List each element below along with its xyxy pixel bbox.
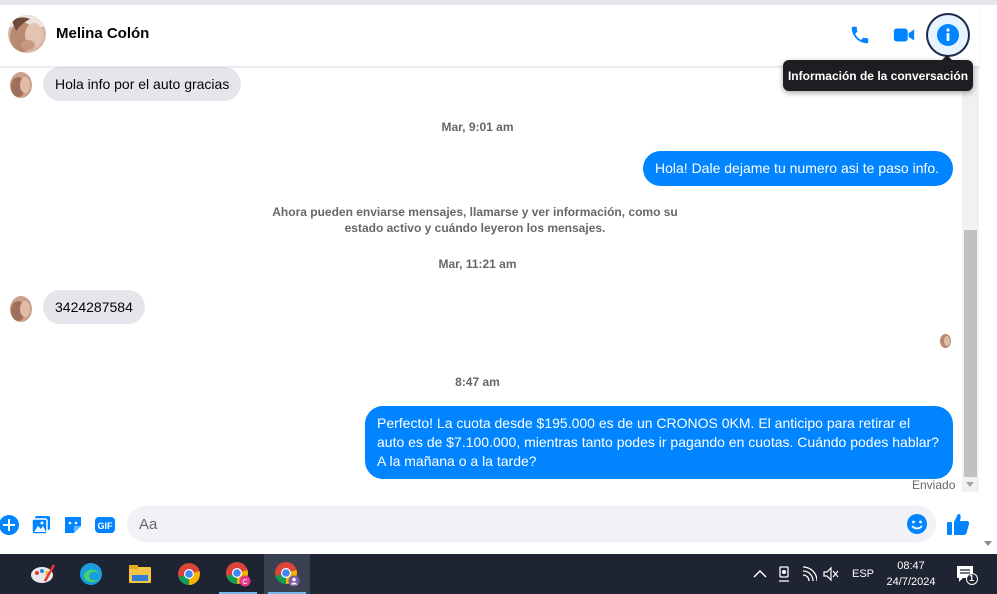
contact-avatar[interactable] bbox=[8, 15, 46, 53]
system-clock[interactable]: 08:47 24/7/2024 bbox=[876, 558, 946, 590]
message-timestamp: Mar, 11:21 am bbox=[438, 257, 517, 271]
folder-icon bbox=[129, 565, 151, 583]
show-hidden-icons-button[interactable] bbox=[751, 565, 769, 583]
scroll-down-arrow-icon[interactable] bbox=[966, 482, 974, 487]
message-thread: Hola info por el auto gracias Mar, 9:01 … bbox=[0, 67, 962, 497]
message-input-wrapper bbox=[127, 506, 936, 542]
info-icon bbox=[937, 24, 959, 46]
incoming-message[interactable]: Hola info por el auto gracias bbox=[43, 67, 242, 101]
edge-browser-icon bbox=[80, 563, 102, 585]
chrome-icon bbox=[178, 563, 200, 585]
clock-date: 24/7/2024 bbox=[886, 576, 936, 588]
phone-icon bbox=[851, 26, 869, 44]
svg-text:GIF: GIF bbox=[98, 521, 114, 531]
notification-count: 1 bbox=[969, 573, 975, 583]
info-tooltip: Información de la conversación bbox=[783, 55, 973, 91]
message-input[interactable] bbox=[139, 506, 899, 542]
action-center-button[interactable]: 1 bbox=[955, 564, 979, 586]
taskbar-app-chrome-profile-c[interactable]: C bbox=[215, 554, 261, 594]
emoji-button[interactable] bbox=[906, 513, 928, 535]
taskbar-app-paint[interactable] bbox=[20, 554, 66, 594]
thumbs-up-icon bbox=[947, 514, 970, 535]
chrome-profile-icon bbox=[275, 562, 300, 587]
video-camera-icon bbox=[893, 28, 915, 42]
wifi-icon bbox=[802, 566, 817, 582]
contact-avatar-small bbox=[10, 72, 32, 98]
outgoing-message[interactable]: Perfecto! La cuota desde $195.000 es de … bbox=[365, 406, 953, 479]
gif-button[interactable]: GIF bbox=[93, 513, 117, 537]
audio-call-button[interactable] bbox=[842, 17, 878, 53]
seen-indicator-avatar bbox=[940, 334, 951, 348]
plus-circle-icon bbox=[0, 515, 19, 535]
notification-icon bbox=[957, 566, 978, 585]
paint-palette-icon bbox=[31, 564, 56, 583]
windows-taskbar: C ESP 08:47 24/7/2024 1 bbox=[0, 554, 997, 594]
taskbar-app-chrome-profile-active[interactable] bbox=[264, 554, 310, 594]
svg-text:C: C bbox=[242, 579, 247, 586]
gif-icon: GIF bbox=[95, 517, 115, 533]
photo-icon bbox=[31, 516, 50, 535]
taskbar-app-chrome[interactable] bbox=[166, 554, 212, 594]
taskbar-app-edge[interactable] bbox=[68, 554, 114, 594]
message-timestamp: 8:47 am bbox=[455, 375, 500, 389]
thread-scrollbar[interactable] bbox=[962, 67, 979, 492]
tray-meet-now[interactable] bbox=[775, 565, 793, 583]
conversation-info-button[interactable] bbox=[928, 15, 968, 55]
chevron-up-icon bbox=[753, 569, 767, 578]
sticker-button[interactable] bbox=[61, 513, 85, 537]
message-timestamp: Mar, 9:01 am bbox=[441, 120, 514, 134]
smiley-icon bbox=[907, 514, 927, 534]
contact-name[interactable]: Melina Colón bbox=[56, 25, 149, 42]
system-notice: Ahora pueden enviarse mensajes, llamarse… bbox=[272, 205, 678, 235]
message-composer: GIF bbox=[0, 500, 980, 550]
webcam-icon bbox=[779, 566, 789, 582]
send-like-button[interactable] bbox=[945, 511, 971, 537]
message-status: Enviado bbox=[912, 478, 956, 492]
more-actions-button[interactable] bbox=[0, 513, 21, 537]
tray-network[interactable] bbox=[800, 565, 818, 583]
chrome-profile-icon: C bbox=[226, 562, 251, 587]
incoming-message[interactable]: 3424287584 bbox=[43, 290, 145, 324]
tray-volume[interactable] bbox=[822, 565, 840, 583]
speaker-muted-icon bbox=[823, 566, 839, 582]
attach-photo-button[interactable] bbox=[29, 513, 53, 537]
clock-time: 08:47 bbox=[897, 560, 925, 572]
video-call-button[interactable] bbox=[886, 17, 922, 53]
input-language[interactable]: ESP bbox=[852, 568, 874, 580]
conversation-header: Melina Colón bbox=[0, 5, 980, 67]
page-scroll-down-icon[interactable] bbox=[984, 541, 992, 546]
scrollbar-thumb[interactable] bbox=[964, 230, 977, 477]
taskbar-app-file-explorer[interactable] bbox=[117, 554, 163, 594]
outgoing-message[interactable]: Hola! Dale dejame tu numero asi te paso … bbox=[643, 151, 953, 186]
contact-avatar-small bbox=[10, 296, 32, 322]
sticker-icon bbox=[65, 517, 81, 533]
